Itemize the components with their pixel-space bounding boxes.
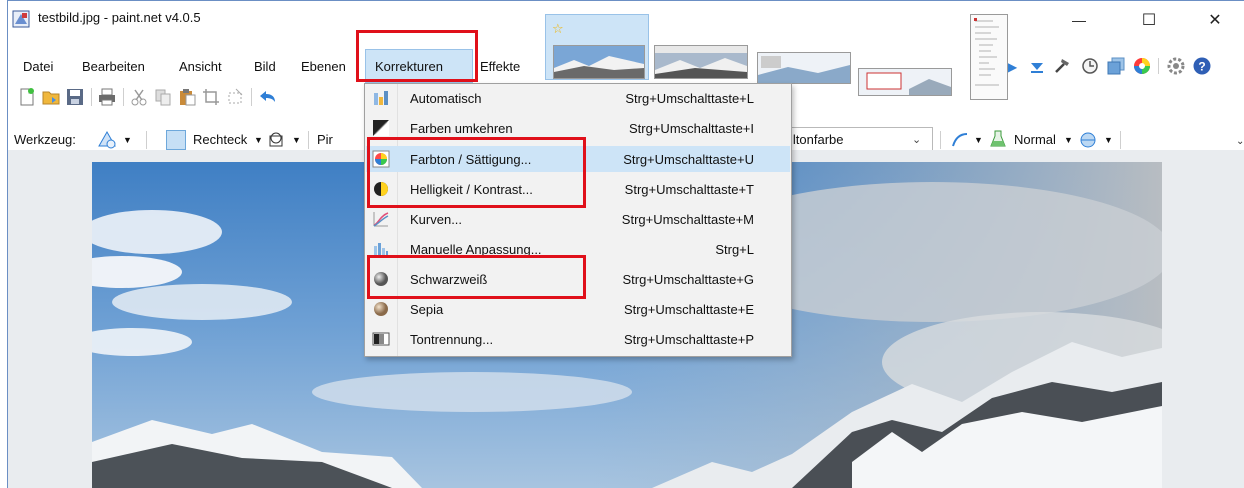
fill-mode-value: lltonfarbe	[790, 132, 844, 147]
annotation-box-schwarzweiss	[367, 255, 586, 299]
image-thumbnail-4[interactable]	[858, 68, 952, 96]
tools-hammer-icon[interactable]	[1052, 56, 1072, 76]
toolbar-separator	[251, 88, 252, 106]
image-thumbnail-1[interactable]	[553, 45, 645, 79]
minimize-button[interactable]: —	[1056, 0, 1102, 40]
menu-item-label: Automatisch	[410, 90, 482, 106]
thumbnails-scroll-right-icon[interactable]: ▶	[1008, 60, 1017, 74]
image-thumbnail-5[interactable]	[970, 14, 1008, 100]
brush-width-label: Pir	[317, 132, 333, 147]
menu-item-label: Tontrennung...	[410, 331, 494, 347]
menu-item-label: Farben umkehren	[410, 120, 513, 136]
close-icon: ✕	[1208, 12, 1222, 29]
options-separator	[308, 131, 309, 149]
fill-mode-chevron-down-icon[interactable]: ⌄	[912, 131, 921, 149]
menu-item-shortcut: Strg+Umschalttaste+M	[621, 211, 754, 227]
colors-palette-icon[interactable]	[1132, 56, 1152, 76]
help-icon[interactable]: ?	[1192, 56, 1212, 76]
options-separator	[1120, 131, 1121, 149]
werkzeug-label: Werkzeug:	[14, 132, 76, 147]
maximize-button[interactable]: ☐	[1126, 0, 1172, 40]
options-separator	[940, 131, 941, 149]
antialiasing-dropdown-arrow-icon[interactable]: ▼	[974, 131, 983, 149]
blend-mode-icon[interactable]	[988, 129, 1008, 149]
rectangle-shape-icon[interactable]	[166, 130, 186, 150]
cut-icon[interactable]	[130, 88, 148, 106]
star-icon: ☆	[552, 21, 564, 36]
minimize-icon: —	[1072, 12, 1086, 28]
layers-icon[interactable]	[1106, 56, 1126, 76]
window-title: testbild.jpg - paint.net v4.0.5	[38, 10, 201, 25]
auto-level-icon	[374, 91, 388, 105]
shapes-tool-icon[interactable]	[97, 130, 117, 150]
menu-item-sepia[interactable]: Sepia Strg+Umschalttaste+E	[366, 296, 790, 322]
toolbar-separator	[123, 88, 124, 106]
menu-item-automatisch[interactable]: Automatisch Strg+Umschalttaste+L	[366, 85, 790, 111]
overflow-chevron-icon[interactable]: ⌄	[1236, 136, 1244, 147]
menu-datei[interactable]: Datei	[23, 57, 53, 77]
paste-icon[interactable]	[178, 88, 196, 106]
annotation-box-farbton-helligkeit	[367, 137, 586, 208]
settings-gear-icon[interactable]	[1166, 56, 1186, 76]
menu-ebenen[interactable]: Ebenen	[301, 57, 346, 77]
shape-type-label[interactable]: Rechteck	[193, 131, 247, 149]
antialiasing-icon[interactable]	[950, 130, 970, 150]
menu-item-kurven[interactable]: Kurven... Strg+Umschalttaste+M	[366, 206, 790, 232]
menu-item-tontrennung[interactable]: Tontrennung... Strg+Umschalttaste+P	[366, 326, 790, 352]
menu-item-shortcut: Strg+Umschalttaste+P	[623, 331, 754, 347]
menu-item-shortcut: Strg+Umschalttaste+L	[625, 90, 754, 106]
arrow-down-dropdown-icon[interactable]	[1028, 58, 1046, 76]
menu-item-label: Kurven...	[410, 211, 463, 227]
shape-dropdown-arrow-icon[interactable]: ▼	[254, 131, 263, 149]
blend-dropdown-arrow-icon[interactable]: ▼	[1064, 131, 1073, 149]
draw-mode-dropdown-arrow-icon[interactable]: ▼	[292, 131, 301, 149]
close-button[interactable]: ✕	[1192, 0, 1238, 40]
menu-item-shortcut: Strg+L	[715, 241, 754, 257]
save-icon[interactable]	[66, 88, 84, 106]
blend-mode-value[interactable]: Normal	[1014, 131, 1056, 149]
print-icon[interactable]	[98, 88, 116, 106]
menu-ansicht[interactable]: Ansicht	[179, 57, 222, 77]
menu-item-label: Sepia	[410, 301, 444, 317]
shape-draw-mode-icon[interactable]	[266, 130, 286, 150]
options-separator	[146, 131, 147, 149]
menu-item-shortcut: Strg+Umschalttaste+E	[623, 301, 754, 317]
history-clock-icon[interactable]	[1080, 56, 1100, 76]
posterize-icon	[372, 332, 390, 346]
undo-icon[interactable]	[258, 88, 276, 106]
image-thumbnail-3[interactable]	[757, 52, 851, 84]
deselect-icon[interactable]	[226, 88, 244, 106]
copy-icon[interactable]	[154, 88, 172, 106]
menu-item-shortcut: Strg+Umschalttaste+G	[622, 271, 755, 287]
menu-bearbeiten[interactable]: Bearbeiten	[82, 57, 145, 77]
new-file-icon[interactable]	[18, 88, 36, 106]
annotation-box-korrekturen	[356, 30, 478, 82]
toolbar-separator	[1158, 58, 1159, 74]
korrekturen-dropdown-menu: Automatisch Strg+Umschalttaste+L Farben …	[364, 83, 792, 357]
menu-item-shortcut: Strg+Umschalttaste+U	[623, 151, 754, 167]
quality-dropdown-arrow-icon[interactable]: ▼	[1104, 131, 1113, 149]
sepia-icon	[374, 302, 388, 316]
invert-colors-icon	[373, 120, 389, 136]
open-file-icon[interactable]	[42, 88, 60, 106]
menu-bild[interactable]: Bild	[254, 57, 276, 77]
tool-dropdown-arrow-icon[interactable]: ▼	[123, 131, 132, 149]
crop-to-selection-icon[interactable]	[202, 88, 220, 106]
menu-effekte[interactable]: Effekte	[480, 57, 520, 77]
maximize-icon: ☐	[1141, 12, 1157, 29]
menu-item-shortcut: Strg+Umschalttaste+I	[629, 120, 754, 136]
svg-text:?: ?	[1198, 60, 1205, 74]
menu-item-shortcut: Strg+Umschalttaste+T	[624, 181, 754, 197]
toolbar-separator	[91, 88, 92, 106]
selection-quality-icon[interactable]	[1078, 130, 1098, 150]
paintnet-app-icon	[12, 10, 30, 28]
image-thumbnail-2[interactable]	[654, 45, 748, 79]
curves-icon	[373, 212, 389, 227]
